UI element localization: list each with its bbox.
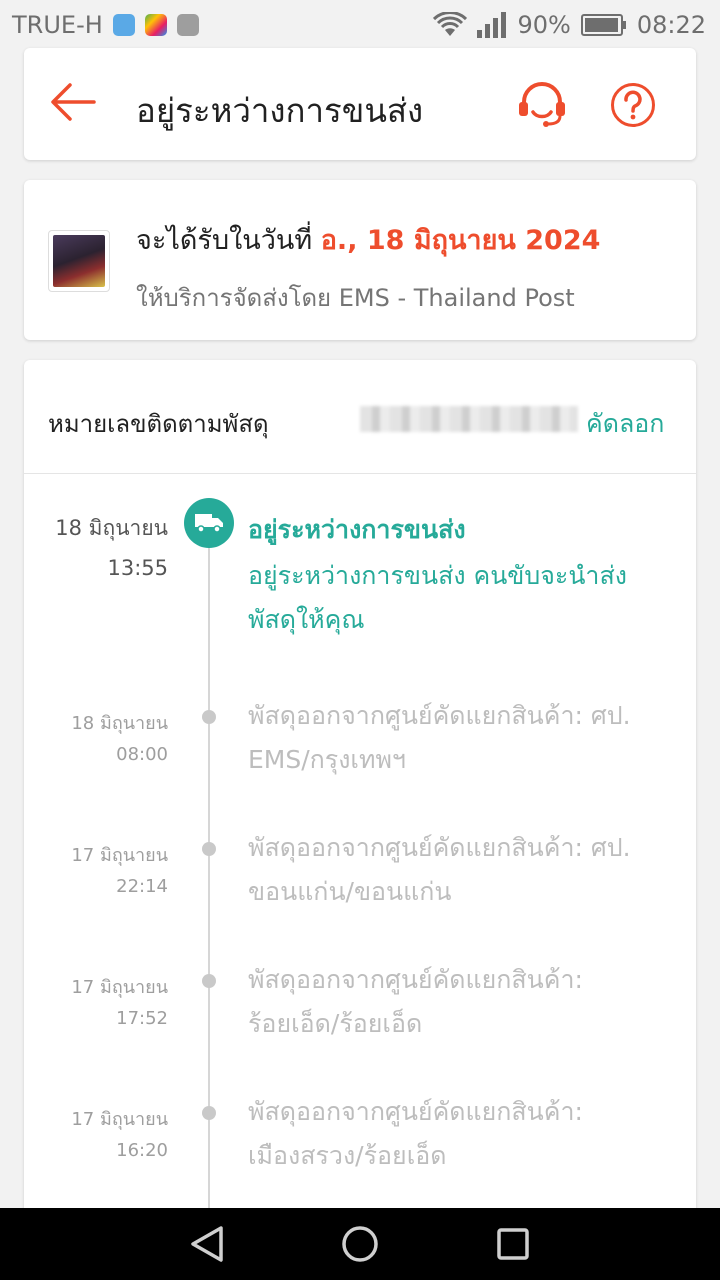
event-date: 17 มิถุนายน: [71, 845, 168, 866]
system-nav-bar: [0, 1208, 720, 1280]
gallery-icon: [176, 14, 199, 36]
product-thumbnail[interactable]: [48, 230, 110, 292]
event-time: 17:52: [116, 1008, 168, 1029]
delivery-info-card: จะได้รับในวันที่ อ., 18 มิถุนายน 2024 ให…: [24, 180, 696, 340]
delivery-date: อ., 18 มิถุนายน 2024: [320, 225, 601, 256]
timeline-dot: [202, 974, 216, 988]
status-left: TRUE-H: [12, 11, 199, 39]
event-time: 08:00: [116, 744, 168, 765]
location-icon: [112, 14, 135, 36]
event-text: พัสดุออกจากศูนย์คัดแยกสินค้า: ร้อยเอ็ด/ร…: [248, 965, 583, 1038]
event-text: พัสดุออกจากศูนย์คัดแยกสินค้า: ศป. ขอนแก่…: [248, 833, 631, 906]
event-time: 13:55: [107, 556, 168, 580]
tracking-label: หมายเลขติดตามพัสดุ: [48, 410, 269, 438]
clock: 08:22: [636, 11, 706, 39]
copy-button[interactable]: คัดลอก: [586, 404, 664, 444]
event-date: 18 มิถุนายน: [71, 713, 168, 734]
timeline-dot: [202, 1106, 216, 1120]
app-icon: [144, 14, 167, 36]
status-bar: TRUE-H 90% 08:22: [0, 0, 720, 50]
timeline-dot: [202, 842, 216, 856]
signal-icon: [477, 12, 507, 38]
header-bar: อยู่ระหว่างการขนส่ง: [24, 48, 696, 160]
tracking-number-redacted: [360, 406, 578, 432]
timeline-line: [208, 530, 210, 1260]
battery-icon: [580, 14, 626, 36]
help-icon[interactable]: [610, 82, 656, 128]
event-text: พัสดุออกจากศูนย์คัดแยกสินค้า: ศป. EMS/กร…: [248, 701, 631, 774]
battery-percent: 90%: [517, 11, 571, 39]
event-title: อยู่ระหว่างการขนส่ง: [248, 515, 466, 544]
status-right: 90% 08:22: [433, 11, 706, 39]
triangle-back-icon: [190, 1226, 223, 1262]
tracking-card: หมายเลขติดตามพัสดุ คัดลอก 18 มิถุนายน 13…: [24, 360, 696, 1260]
page-title: อยู่ระหว่างการขนส่ง: [136, 91, 424, 130]
square-recents-icon: [497, 1228, 530, 1260]
timeline-dot: [202, 710, 216, 724]
delivery-prefix: จะได้รับในวันที่: [136, 225, 321, 256]
event-text: พัสดุออกจากศูนย์คัดแยกสินค้า: เมืองสรวง/…: [248, 1097, 583, 1170]
event-description: อยู่ระหว่างการขนส่ง คนขับจะนำส่งพัสดุให้…: [248, 561, 627, 634]
event-date: 17 มิถุนายน: [71, 1109, 168, 1130]
nav-back-button[interactable]: [185, 1222, 229, 1266]
headset-icon[interactable]: [516, 82, 568, 128]
carrier-label: TRUE-H: [12, 11, 103, 39]
back-arrow-icon[interactable]: [50, 82, 96, 122]
nav-home-button[interactable]: [338, 1222, 382, 1266]
shipping-provider: ให้บริการจัดส่งโดย EMS - Thailand Post: [136, 284, 575, 312]
truck-icon: [184, 498, 234, 548]
product-image: [53, 235, 105, 287]
circle-home-icon: [342, 1226, 378, 1262]
wifi-icon: [433, 12, 468, 36]
event-date: 18 มิถุนายน: [55, 516, 168, 540]
event-time: 22:14: [116, 876, 168, 897]
event-date: 17 มิถุนายน: [71, 977, 168, 998]
event-time: 16:20: [116, 1140, 168, 1161]
nav-recents-button[interactable]: [491, 1222, 535, 1266]
estimated-delivery: จะได้รับในวันที่ อ., 18 มิถุนายน 2024: [136, 218, 600, 261]
tracking-number-row: หมายเลขติดตามพัสดุ คัดลอก: [24, 360, 696, 474]
